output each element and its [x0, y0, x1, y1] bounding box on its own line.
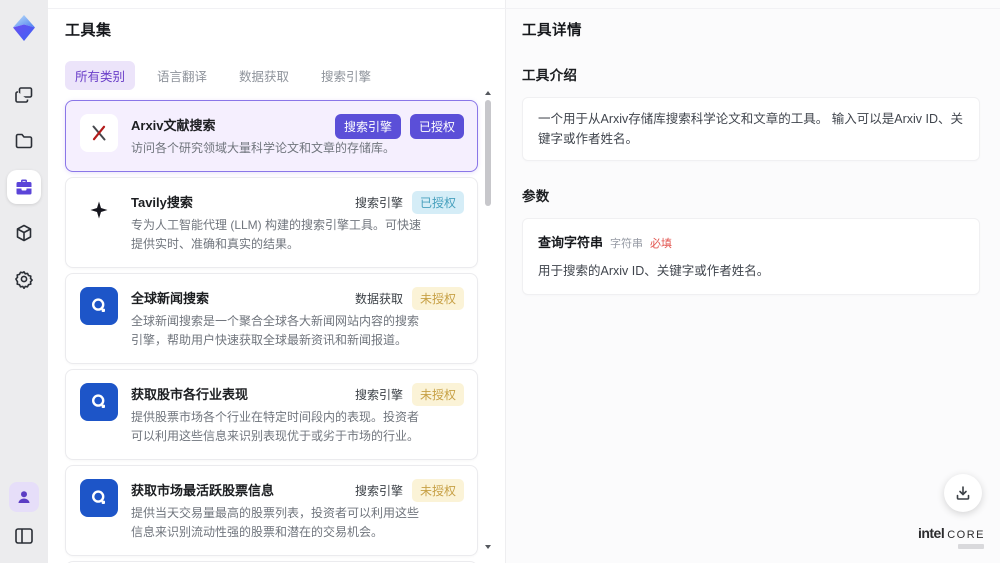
intel-sub-badge: [958, 544, 984, 549]
chat-icon[interactable]: [7, 78, 41, 112]
tool-description: 提供当天交易量最高的股票列表，投资者可以利用这些信息来识别流动性强的股票和潜在的…: [131, 505, 420, 539]
arxiv-logo-icon: [80, 114, 118, 152]
rail-nav: [7, 78, 41, 296]
tool-card-most-active-stocks[interactable]: 获取市场最活跃股票信息 提供当天交易量最高的股票列表，投资者可以利用这些信息来识…: [65, 464, 478, 556]
status-badge: 未授权: [411, 286, 464, 310]
download-button[interactable]: [944, 474, 982, 512]
core-wordmark: CORE: [947, 529, 985, 541]
param-type: 字符串: [610, 238, 644, 250]
tool-description: 专为人工智能代理 (LLM) 构建的搜索引擎工具。可快速提供实时、准确和真实的结…: [131, 217, 422, 251]
tool-card-tavily[interactable]: Tavily搜索 专为人工智能代理 (LLM) 构建的搜索引擎工具。可快速提供实…: [65, 176, 478, 268]
app-window: 工具集 所有类别 语言翻译 数据获取 搜索引擎 Arxiv文献搜索 访问各个研究…: [0, 0, 1000, 563]
tab-language-translation[interactable]: 语言翻译: [147, 61, 217, 90]
search-app-icon: [80, 478, 118, 517]
tool-tags: 搜索引擎 已授权: [334, 114, 464, 139]
intro-heading: 工具介绍: [522, 68, 578, 83]
tool-card-arxiv[interactable]: Arxiv文献搜索 访问各个研究领域大量科学论文和文章的存储库。 搜索引擎 已授…: [65, 100, 478, 172]
status-badge: 未授权: [411, 382, 464, 406]
tool-description: 全球新闻搜索是一个聚合全球各大新闻网站内容的搜索引擎，帮助用户快速获取全球最新资…: [131, 313, 420, 347]
scroll-down-arrow[interactable]: [483, 543, 492, 551]
category-label: 数据获取: [354, 291, 403, 306]
param-required-flag: 必填: [650, 238, 673, 250]
rail-bottom: [9, 482, 39, 551]
intel-wordmark: intel: [917, 525, 945, 541]
page-title: 工具集: [65, 22, 112, 39]
panel-toggle-icon[interactable]: [9, 521, 39, 551]
param-description: 用于搜索的Arxiv ID、关键字或作者姓名。: [538, 264, 770, 278]
tab-data-acquisition[interactable]: 数据获取: [229, 61, 299, 90]
status-badge: 已授权: [409, 114, 464, 139]
category-label: 搜索引擎: [354, 195, 403, 210]
list-scrollbar: [483, 89, 492, 551]
tool-tags: 搜索引擎 已授权: [354, 190, 464, 214]
tool-card-global-news[interactable]: 全球新闻搜索 全球新闻搜索是一个聚合全球各大新闻网站内容的搜索引擎，帮助用户快速…: [65, 272, 478, 364]
tool-card-sector-performance[interactable]: 获取股市各行业表现 提供股票市场各个行业在特定时间段内的表现。投资者可以利用这些…: [65, 368, 478, 460]
tab-all-categories[interactable]: 所有类别: [65, 61, 136, 90]
tab-search-engine[interactable]: 搜索引擎: [311, 61, 381, 90]
scroll-up-arrow[interactable]: [483, 89, 492, 97]
cube-icon[interactable]: [7, 216, 41, 250]
tool-list-panel: 工具集 所有类别 语言翻译 数据获取 搜索引擎 Arxiv文献搜索 访问各个研究…: [48, 0, 505, 563]
category-label: 搜索引擎: [354, 387, 403, 402]
top-divider: [48, 8, 1000, 9]
param-name: 查询字符串: [538, 235, 604, 250]
tool-card-list: Arxiv文献搜索 访问各个研究领域大量科学论文和文章的存储库。 搜索引擎 已授…: [65, 100, 478, 563]
search-app-icon: [80, 382, 118, 421]
app-logo-icon: [10, 14, 38, 42]
category-tabs: 所有类别 语言翻译 数据获取 搜索引擎: [65, 61, 505, 90]
intro-card: 一个用于从Arxiv存储库搜索科学论文和文章的工具。 输入可以是Arxiv ID…: [522, 97, 980, 161]
toolbox-icon-active[interactable]: [7, 170, 41, 204]
category-label: 搜索引擎: [354, 483, 403, 498]
status-badge: 已授权: [411, 190, 464, 214]
params-heading: 参数: [522, 189, 550, 204]
param-card: 查询字符串 字符串 必填 用于搜索的Arxiv ID、关键字或作者姓名。: [522, 218, 980, 295]
user-avatar-icon[interactable]: [9, 482, 39, 512]
status-badge: 未授权: [411, 478, 464, 502]
sparkle-icon: [80, 190, 118, 229]
param-header: 查询字符串 字符串 必填: [538, 232, 964, 251]
tool-description: 访问各个研究领域大量科学论文和文章的存储库。: [131, 141, 396, 155]
download-icon: [956, 486, 970, 500]
search-app-icon: [80, 286, 118, 325]
detail-title: 工具详情: [522, 23, 582, 39]
tool-tags: 数据获取 未授权: [354, 286, 464, 310]
tool-tags: 搜索引擎 未授权: [354, 478, 464, 502]
folder-icon[interactable]: [7, 124, 41, 158]
intel-core-badge: intel CORE: [918, 525, 985, 549]
scrollbar-thumb[interactable]: [484, 100, 491, 206]
category-badge: 搜索引擎: [334, 114, 401, 139]
tool-tags: 搜索引擎 未授权: [354, 382, 464, 406]
sidebar-rail: [0, 0, 48, 563]
tool-description: 提供股票市场各个行业在特定时间段内的表现。投资者可以利用这些信息来识别表现优于或…: [131, 409, 420, 443]
tool-detail-panel: 工具详情 工具介绍 一个用于从Arxiv存储库搜索科学论文和文章的工具。 输入可…: [505, 0, 1000, 563]
settings-gear-icon[interactable]: [7, 262, 41, 296]
